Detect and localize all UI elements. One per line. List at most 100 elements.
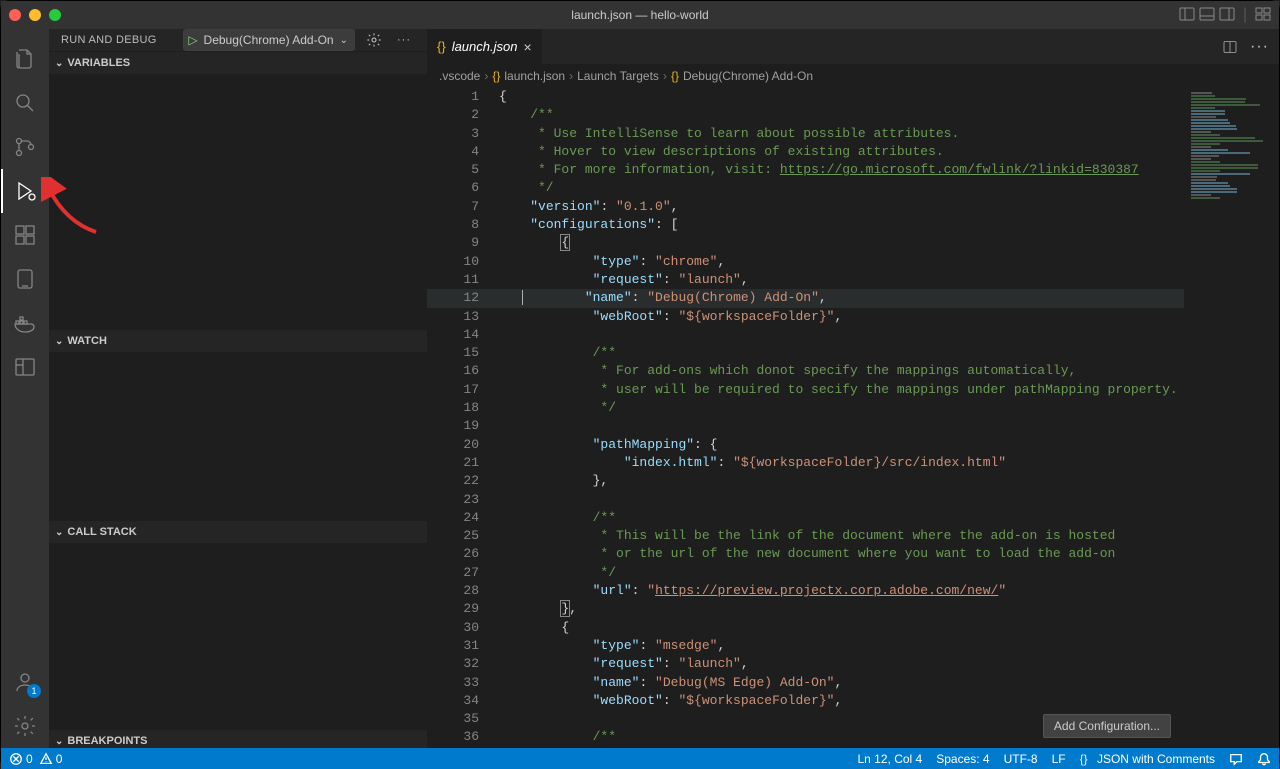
line-number: 13 (427, 308, 499, 326)
docker-icon[interactable] (1, 301, 49, 345)
toggle-primary-sidebar-icon[interactable] (1179, 6, 1195, 22)
code-line[interactable] (499, 417, 1279, 435)
add-configuration-button[interactable]: Add Configuration... (1043, 714, 1171, 738)
code-line[interactable]: * For add-ons which donot specify the ma… (499, 362, 1279, 380)
code-line[interactable]: "index.html": "${workspaceFolder}/src/in… (499, 454, 1279, 472)
status-cursor-position[interactable]: Ln 12, Col 4 (858, 752, 923, 766)
line-number: 1 (427, 88, 499, 106)
maximize-window-button[interactable] (49, 9, 61, 21)
breadcrumb-folder[interactable]: .vscode (439, 69, 480, 83)
callstack-section-body (49, 543, 427, 729)
code-line[interactable]: "pathMapping": { (499, 436, 1279, 454)
extensions-icon[interactable] (1, 213, 49, 257)
watch-section-body (49, 352, 427, 520)
code-line[interactable]: /** (499, 509, 1279, 527)
close-window-button[interactable] (9, 9, 21, 21)
code-line[interactable]: "webRoot": "${workspaceFolder}", (499, 308, 1279, 326)
activity-bar: 1 (1, 29, 49, 748)
minimize-window-button[interactable] (29, 9, 41, 21)
code-line[interactable] (499, 491, 1279, 509)
status-encoding[interactable]: UTF-8 (1004, 752, 1038, 766)
more-tab-actions-icon[interactable]: ··· (1250, 38, 1269, 56)
line-number: 30 (427, 619, 499, 637)
code-line[interactable]: * For more information, visit: https://g… (499, 161, 1279, 179)
source-control-icon[interactable] (1, 125, 49, 169)
line-number: 9 (427, 234, 499, 252)
toggle-panel-icon[interactable] (1199, 6, 1215, 22)
code-line[interactable]: "configurations": [ (499, 216, 1279, 234)
tab-launch-json[interactable]: {} launch.json × (427, 29, 543, 64)
code-line[interactable]: "name": "Debug(Chrome) Add-On", (499, 289, 1279, 307)
customize-layout-icon[interactable] (1255, 6, 1271, 22)
accounts-icon[interactable]: 1 (1, 660, 49, 704)
code-line[interactable]: /** (499, 106, 1279, 124)
breadcrumb-node[interactable]: Launch Targets (577, 69, 659, 83)
code-line[interactable]: * Use IntelliSense to learn about possib… (499, 125, 1279, 143)
code-line[interactable]: "version": "0.1.0", (499, 198, 1279, 216)
code-line[interactable]: }, (499, 472, 1279, 490)
open-launch-json-icon[interactable] (363, 29, 385, 51)
close-tab-icon[interactable]: × (523, 39, 531, 55)
breadcrumb-file[interactable]: launch.json (504, 69, 565, 83)
line-number: 17 (427, 381, 499, 399)
breakpoints-section-header[interactable]: ⌄BREAKPOINTS (49, 730, 427, 752)
minimap[interactable] (1184, 88, 1279, 748)
status-indentation[interactable]: Spaces: 4 (936, 752, 989, 766)
editor-group: {} launch.json × ··· .vscode › {} launch… (427, 29, 1279, 748)
toggle-secondary-sidebar-icon[interactable] (1219, 6, 1235, 22)
status-eol[interactable]: LF (1052, 752, 1066, 766)
chevron-down-icon: ⌄ (55, 336, 63, 347)
line-number: 31 (427, 637, 499, 655)
line-number: 33 (427, 674, 499, 692)
code-line[interactable]: "request": "launch", (499, 271, 1279, 289)
settings-gear-icon[interactable] (1, 704, 49, 748)
status-errors[interactable]: 0 (9, 752, 33, 766)
code-line[interactable]: { (499, 619, 1279, 637)
more-actions-icon[interactable]: ··· (393, 29, 415, 51)
code-line[interactable]: "type": "msedge", (499, 637, 1279, 655)
code-line[interactable]: * user will be required to secify the ma… (499, 381, 1279, 399)
traffic-lights (9, 9, 61, 21)
explorer-icon[interactable] (1, 37, 49, 81)
status-warnings[interactable]: 0 (39, 752, 63, 766)
line-number: 36 (427, 728, 499, 746)
panel-toggle-icon[interactable] (1, 345, 49, 389)
run-and-debug-icon[interactable] (1, 169, 49, 213)
search-icon[interactable] (1, 81, 49, 125)
code-line[interactable]: "type": "chrome", (499, 253, 1279, 271)
watch-section-header[interactable]: ⌄WATCH (49, 330, 427, 352)
code-line[interactable]: "name": "Debug(MS Edge) Add-On", (499, 674, 1279, 692)
debug-config-name: Debug(Chrome) Add-On (204, 33, 334, 47)
start-debug-icon[interactable]: ▷ (188, 33, 197, 47)
code-line[interactable]: */ (499, 179, 1279, 197)
variables-section-header[interactable]: ⌄VARIABLES (49, 52, 427, 74)
code-line[interactable]: * This will be the link of the document … (499, 527, 1279, 545)
remote-explorer-icon[interactable] (1, 257, 49, 301)
code-line[interactable]: "request": "launch", (499, 655, 1279, 673)
code-line[interactable]: }, (499, 600, 1279, 618)
json-file-icon: {} (437, 39, 446, 54)
code-line[interactable]: * Hover to view descriptions of existing… (499, 143, 1279, 161)
breadcrumb-node[interactable]: Debug(Chrome) Add-On (683, 69, 813, 83)
status-notifications-icon[interactable] (1257, 752, 1271, 766)
line-number: 7 (427, 198, 499, 216)
code-line[interactable]: */ (499, 564, 1279, 582)
code-line[interactable]: /** (499, 344, 1279, 362)
breadcrumb[interactable]: .vscode › {} launch.json › Launch Target… (427, 64, 1279, 88)
line-number: 2 (427, 106, 499, 124)
code-line[interactable]: * or the url of the new document where y… (499, 545, 1279, 563)
chevron-down-icon[interactable]: ⌄ (340, 35, 348, 46)
split-editor-icon[interactable] (1222, 39, 1238, 55)
code-editor[interactable]: 1234567891011121314151617181920212223242… (427, 88, 1279, 748)
code-line[interactable]: { (499, 88, 1279, 106)
callstack-section-header[interactable]: ⌄CALL STACK (49, 521, 427, 543)
line-number: 6 (427, 179, 499, 197)
code-line[interactable]: "webRoot": "${workspaceFolder}", (499, 692, 1279, 710)
code-line[interactable]: { (499, 234, 1279, 252)
debug-config-dropdown[interactable]: ▷ Debug(Chrome) Add-On ⌄ (183, 29, 355, 51)
code-line[interactable] (499, 326, 1279, 344)
status-language[interactable]: {} JSON with Comments (1080, 752, 1215, 766)
status-feedback-icon[interactable] (1229, 752, 1243, 766)
code-line[interactable]: */ (499, 399, 1279, 417)
code-line[interactable]: "url": "https://preview.projectx.corp.ad… (499, 582, 1279, 600)
